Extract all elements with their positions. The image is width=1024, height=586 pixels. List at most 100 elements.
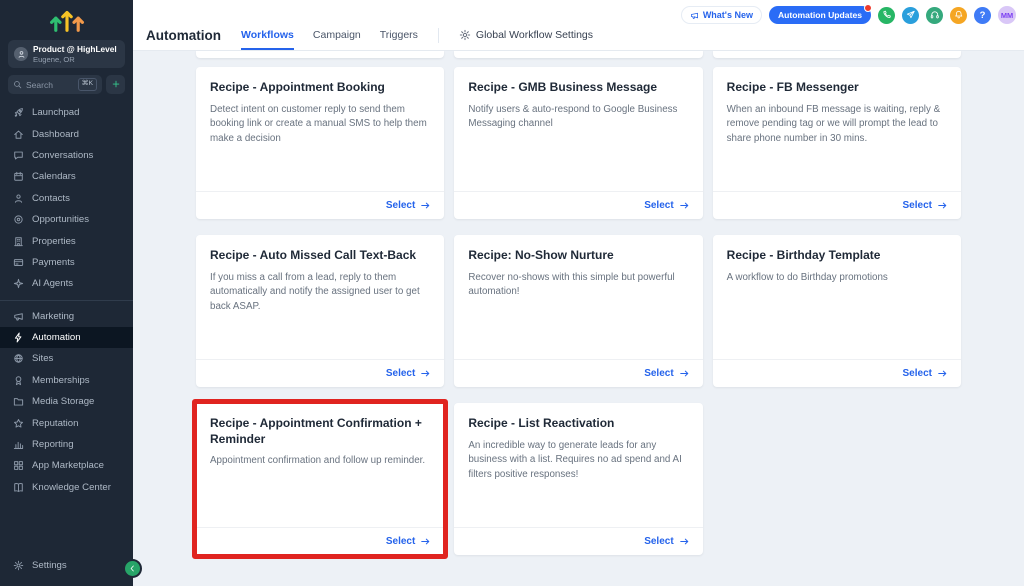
phone-button[interactable] — [878, 7, 895, 24]
select-button[interactable]: Select — [386, 200, 431, 211]
recipe-card: Recipe - List Reactivation An incredible … — [454, 403, 702, 555]
recipe-card-footer: Select — [454, 527, 702, 555]
recipe-card: Recipe - FB MessengerWhen an inbound FB … — [713, 67, 961, 219]
sidebar-item-media-storage[interactable]: Media Storage — [0, 391, 133, 412]
chevron-left-icon — [128, 561, 137, 576]
recipe-grid: Recipe - Appointment BookingDetect inten… — [196, 67, 961, 555]
send-button[interactable] — [902, 7, 919, 24]
select-button[interactable]: Select — [644, 200, 689, 211]
recipe-description: If you miss a call from a lead, reply to… — [210, 271, 430, 315]
sidebar-item-properties[interactable]: Properties — [0, 230, 133, 251]
book-icon — [13, 482, 24, 493]
sidebar-item-reputation[interactable]: Reputation — [0, 412, 133, 433]
sidebar-item-calendars[interactable]: Calendars — [0, 166, 133, 187]
arrow-right-icon — [679, 536, 690, 547]
sidebar-item-reporting[interactable]: Reporting — [0, 434, 133, 455]
header-actions: What's New Automation Updates ? MM — [681, 6, 1016, 24]
support-button[interactable] — [926, 7, 943, 24]
recipe-card-footer: Select — [454, 359, 702, 387]
target-icon — [13, 214, 24, 225]
sidebar-item-label: Reporting — [32, 439, 74, 450]
star-icon — [13, 418, 24, 429]
tab-campaign[interactable]: Campaign — [313, 20, 361, 50]
scrolled-card-partials — [196, 51, 961, 58]
select-button[interactable]: Select — [386, 368, 431, 379]
select-label: Select — [386, 536, 415, 547]
search-input[interactable]: Search ⌘K — [8, 75, 102, 94]
sidebar-item-ai-agents[interactable]: AI Agents — [0, 273, 133, 294]
tab-workflows[interactable]: Workflows — [241, 20, 294, 50]
rocket-icon — [13, 107, 24, 118]
sidebar-item-payments[interactable]: Payments — [0, 252, 133, 273]
sidebar-collapse-button[interactable] — [125, 561, 140, 576]
sidebar-item-launchpad[interactable]: Launchpad — [0, 102, 133, 123]
select-button[interactable]: Select — [644, 368, 689, 379]
select-label: Select — [386, 368, 415, 379]
select-button[interactable]: Select — [644, 536, 689, 547]
main-area: Automation Workflows Campaign Triggers Glo… — [133, 0, 1024, 586]
account-location: Eugene, OR — [33, 55, 117, 64]
global-workflow-settings-label: Global Workflow Settings — [476, 29, 593, 41]
recipe-title: Recipe: No-Show Nurture — [468, 248, 688, 264]
gear-icon — [459, 29, 471, 41]
sidebar-item-label: Sites — [32, 353, 53, 364]
tab-triggers[interactable]: Triggers — [380, 20, 418, 50]
sidebar-item-dashboard[interactable]: Dashboard — [0, 123, 133, 144]
notifications-button[interactable] — [950, 7, 967, 24]
help-button[interactable]: ? — [974, 7, 991, 24]
tab-bar: Workflows Campaign Triggers — [241, 20, 418, 50]
recipe-title: Recipe - Appointment Confirmation + Remi… — [210, 416, 430, 447]
title-row: Automation Workflows Campaign Triggers Glo… — [146, 20, 593, 50]
recipe-card-footer: Select — [713, 191, 961, 219]
sidebar-item-settings[interactable]: Settings — [0, 555, 133, 576]
select-label: Select — [644, 536, 673, 547]
account-name: Product @ HighLevel — [33, 44, 117, 54]
recipe-card-body: Recipe - GMB Business MessageNotify user… — [454, 67, 702, 191]
automation-updates-badge[interactable]: Automation Updates — [769, 6, 871, 24]
chart-icon — [13, 439, 24, 450]
folder-icon — [13, 396, 24, 407]
recipe-card: Recipe - Birthday TemplateA workflow to … — [713, 235, 961, 387]
recipe-card-footer: Select — [196, 359, 444, 387]
recipe-title: Recipe - List Reactivation — [468, 416, 688, 432]
sidebar-item-conversations[interactable]: Conversations — [0, 145, 133, 166]
recipe-card-highlighted: Recipe - Appointment Confirmation + Remi… — [196, 403, 444, 555]
sidebar-item-marketing[interactable]: Marketing — [0, 306, 133, 327]
sidebar-item-automation[interactable]: Automation — [0, 327, 133, 348]
arrow-right-icon — [937, 368, 948, 379]
quick-add-button[interactable] — [106, 75, 125, 94]
user-avatar[interactable]: MM — [998, 6, 1016, 24]
recipe-card: Recipe - Appointment BookingDetect inten… — [196, 67, 444, 219]
sidebar-item-memberships[interactable]: Memberships — [0, 370, 133, 391]
recipe-title: Recipe - FB Messenger — [727, 80, 947, 96]
sidebar-nav: LaunchpadDashboardConversationsCalendars… — [0, 102, 133, 498]
recipe-card-footer: Select — [454, 191, 702, 219]
sidebar-item-label: Payments — [32, 257, 75, 268]
building-icon — [13, 236, 24, 247]
megaphone-icon — [13, 311, 24, 322]
sidebar-item-knowledge-center[interactable]: Knowledge Center — [0, 477, 133, 498]
sidebar-item-app-marketplace[interactable]: App Marketplace — [0, 455, 133, 476]
ribbon-icon — [13, 375, 24, 386]
sidebar-item-opportunities[interactable]: Opportunities — [0, 209, 133, 230]
select-button[interactable]: Select — [386, 536, 431, 547]
sparkle-icon — [13, 278, 24, 289]
recipe-description: An incredible way to generate leads for … — [468, 439, 688, 483]
sidebar-item-contacts[interactable]: Contacts — [0, 188, 133, 209]
select-button[interactable]: Select — [903, 368, 948, 379]
recipe-card-body: Recipe - List Reactivation An incredible … — [454, 403, 702, 527]
user-icon — [13, 193, 24, 204]
global-workflow-settings-button[interactable]: Global Workflow Settings — [459, 29, 593, 41]
account-switcher[interactable]: Product @ HighLevel Eugene, OR — [8, 40, 125, 68]
bolt-icon — [13, 332, 24, 343]
search-icon — [13, 80, 22, 89]
sidebar-item-sites[interactable]: Sites — [0, 348, 133, 369]
page-title: Automation — [146, 28, 221, 43]
select-button[interactable]: Select — [903, 200, 948, 211]
sidebar-spacer — [0, 498, 133, 555]
recipe-title: Recipe - Auto Missed Call Text-Back — [210, 248, 430, 264]
sidebar: Product @ HighLevel Eugene, OR Search ⌘K… — [0, 0, 133, 586]
whats-new-button[interactable]: What's New — [681, 6, 762, 24]
chat-icon — [13, 150, 24, 161]
recipes-content: Recipe - Appointment BookingDetect inten… — [133, 51, 1024, 586]
